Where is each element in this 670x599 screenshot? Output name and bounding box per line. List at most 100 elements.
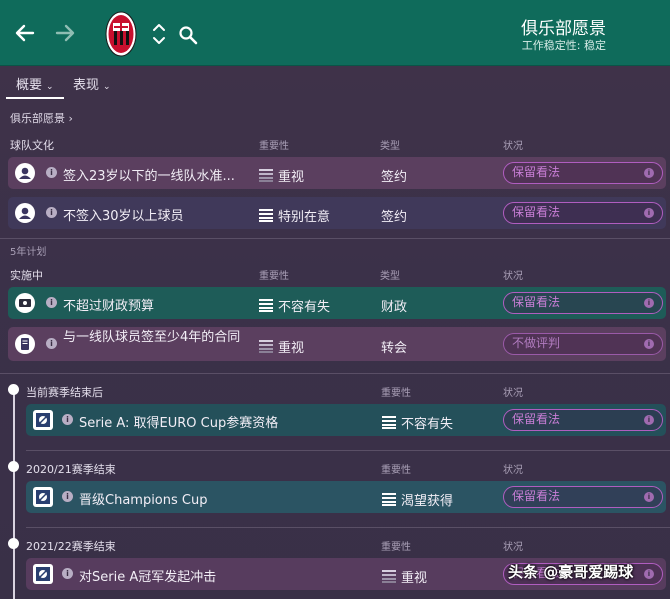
table-row[interactable]: i 不签入30岁以上球员 特别在意 签约 保留看法 i xyxy=(8,197,666,229)
info-icon[interactable]: i xyxy=(46,297,57,308)
row-importance: 渴望获得 xyxy=(382,490,453,509)
row-text: 不签入30岁以上球员 xyxy=(63,209,184,224)
section-divider xyxy=(26,450,670,451)
timeline-dot xyxy=(8,538,19,549)
breadcrumb[interactable]: 俱乐部愿景 › xyxy=(10,110,73,126)
importance-label: 渴望获得 xyxy=(401,494,454,509)
timeline-dot xyxy=(8,384,19,395)
row-text: 不超过财政预算 xyxy=(63,299,155,314)
status-badge[interactable]: 保留看法 i xyxy=(503,162,663,184)
trophy-icon xyxy=(33,487,53,507)
top-bar: 俱乐部愿景 工作稳定性: 稳定 xyxy=(0,0,670,66)
row-importance: 特别在意 xyxy=(259,206,330,225)
info-icon: i xyxy=(644,298,654,308)
table-row[interactable]: i 与一线队球员签至少4年的合同 重视 转会 不做评判 i xyxy=(8,327,666,361)
section-in-progress: 实施中 xyxy=(10,269,43,282)
table-row[interactable]: i 不超过财政预算 不容有失 财政 保留看法 i xyxy=(8,287,666,319)
importance-bars-icon xyxy=(259,299,273,312)
info-icon[interactable]: i xyxy=(46,167,57,178)
importance-bars-icon xyxy=(259,209,273,222)
tab-overview-label: 概要 xyxy=(16,78,43,93)
row-type: 签约 xyxy=(381,170,408,185)
row-text: Serie A: 取得EURO Cup参赛资格 xyxy=(79,416,279,431)
row-importance: 不容有失 xyxy=(259,296,330,315)
job-security-label: 工作稳定性: 稳定 xyxy=(521,39,606,52)
status-badge[interactable]: 不做评判 i xyxy=(503,333,663,355)
info-icon[interactable]: i xyxy=(62,414,73,425)
timeline-label: 当前赛季结束后 xyxy=(26,386,103,399)
importance-bars-icon xyxy=(382,570,396,583)
row-importance: 重视 xyxy=(259,337,304,356)
col-status: 状况 xyxy=(503,271,523,282)
info-icon: i xyxy=(644,168,654,178)
row-importance: 重视 xyxy=(382,567,427,586)
search-icon[interactable] xyxy=(178,25,198,45)
trophy-icon xyxy=(33,410,53,430)
person-icon xyxy=(15,203,35,223)
info-icon: i xyxy=(644,208,654,218)
section-culture: 球队文化 xyxy=(10,139,54,152)
active-tab-indicator xyxy=(6,97,64,99)
row-type: 财政 xyxy=(381,300,408,315)
page-title: 俱乐部愿景 xyxy=(521,19,606,39)
trophy-icon xyxy=(33,564,53,584)
tab-performance-label: 表现 xyxy=(73,78,100,93)
info-icon: i xyxy=(644,339,654,349)
status-badge[interactable]: 保留看法 i xyxy=(503,202,663,224)
chevron-right-icon: › xyxy=(68,112,73,125)
importance-bars-icon xyxy=(382,493,396,506)
status-label: 保留看法 xyxy=(512,205,561,219)
row-text: 晋级Champions Cup xyxy=(79,493,208,508)
section-divider xyxy=(0,238,670,239)
importance-label: 重视 xyxy=(278,341,305,356)
info-icon: i xyxy=(644,492,654,502)
timeline-label: 2021/22赛季结束 xyxy=(26,540,116,553)
contract-icon xyxy=(15,334,35,354)
tab-performance[interactable]: 表现 ⌄ xyxy=(73,74,111,93)
status-badge[interactable]: 保留看法 i xyxy=(503,486,663,508)
table-row[interactable]: i 签入23岁以下的一线队水准... 重视 签约 保留看法 i xyxy=(8,157,666,189)
chevron-down-icon: ⌄ xyxy=(103,82,111,92)
status-label: 保留看法 xyxy=(512,489,561,503)
table-row[interactable]: i Serie A: 取得EURO Cup参赛资格 不容有失 保留看法 i xyxy=(26,404,666,436)
col-importance: 重要性 xyxy=(381,465,411,476)
info-icon[interactable]: i xyxy=(62,568,73,579)
watermark: 头条 @豪哥爱踢球 xyxy=(508,563,634,581)
club-crest-icon[interactable] xyxy=(105,11,137,57)
person-icon xyxy=(15,163,35,183)
importance-bars-icon xyxy=(259,340,273,353)
importance-label: 重视 xyxy=(278,170,305,185)
status-badge[interactable]: 保留看法 i xyxy=(503,409,663,431)
col-importance: 重要性 xyxy=(259,141,289,152)
info-icon[interactable]: i xyxy=(62,491,73,502)
importance-label: 不容有失 xyxy=(401,417,454,432)
table-row[interactable]: i 晋级Champions Cup 渴望获得 保留看法 i xyxy=(26,481,666,513)
col-type: 类型 xyxy=(380,271,400,282)
status-label: 保留看法 xyxy=(512,412,561,426)
row-type: 转会 xyxy=(381,341,408,356)
section-five-year: 5年计划 xyxy=(10,247,47,258)
forward-arrow-icon[interactable] xyxy=(53,21,77,45)
status-badge[interactable]: 保留看法 i xyxy=(503,292,663,314)
importance-label: 重视 xyxy=(401,571,428,586)
timeline-line xyxy=(13,388,15,599)
importance-label: 不容有失 xyxy=(278,300,331,315)
club-switch-updown-icon[interactable] xyxy=(152,22,166,46)
row-importance: 不容有失 xyxy=(382,413,453,432)
importance-bars-icon xyxy=(382,416,396,429)
timeline-label: 2020/21赛季结束 xyxy=(26,463,116,476)
row-importance: 重视 xyxy=(259,166,304,185)
chevron-down-icon: ⌄ xyxy=(46,82,54,92)
col-status: 状况 xyxy=(503,465,523,476)
status-label: 不做评判 xyxy=(512,336,561,350)
col-status: 状况 xyxy=(503,141,523,152)
breadcrumb-label: 俱乐部愿景 xyxy=(10,112,65,125)
col-status: 状况 xyxy=(503,542,523,553)
status-label: 保留看法 xyxy=(512,165,561,179)
status-label: 保留看法 xyxy=(512,295,561,309)
info-icon[interactable]: i xyxy=(46,207,57,218)
tab-overview[interactable]: 概要 ⌄ xyxy=(16,74,54,93)
money-icon xyxy=(15,293,35,313)
info-icon[interactable]: i xyxy=(46,338,57,349)
back-arrow-icon[interactable] xyxy=(13,21,37,45)
